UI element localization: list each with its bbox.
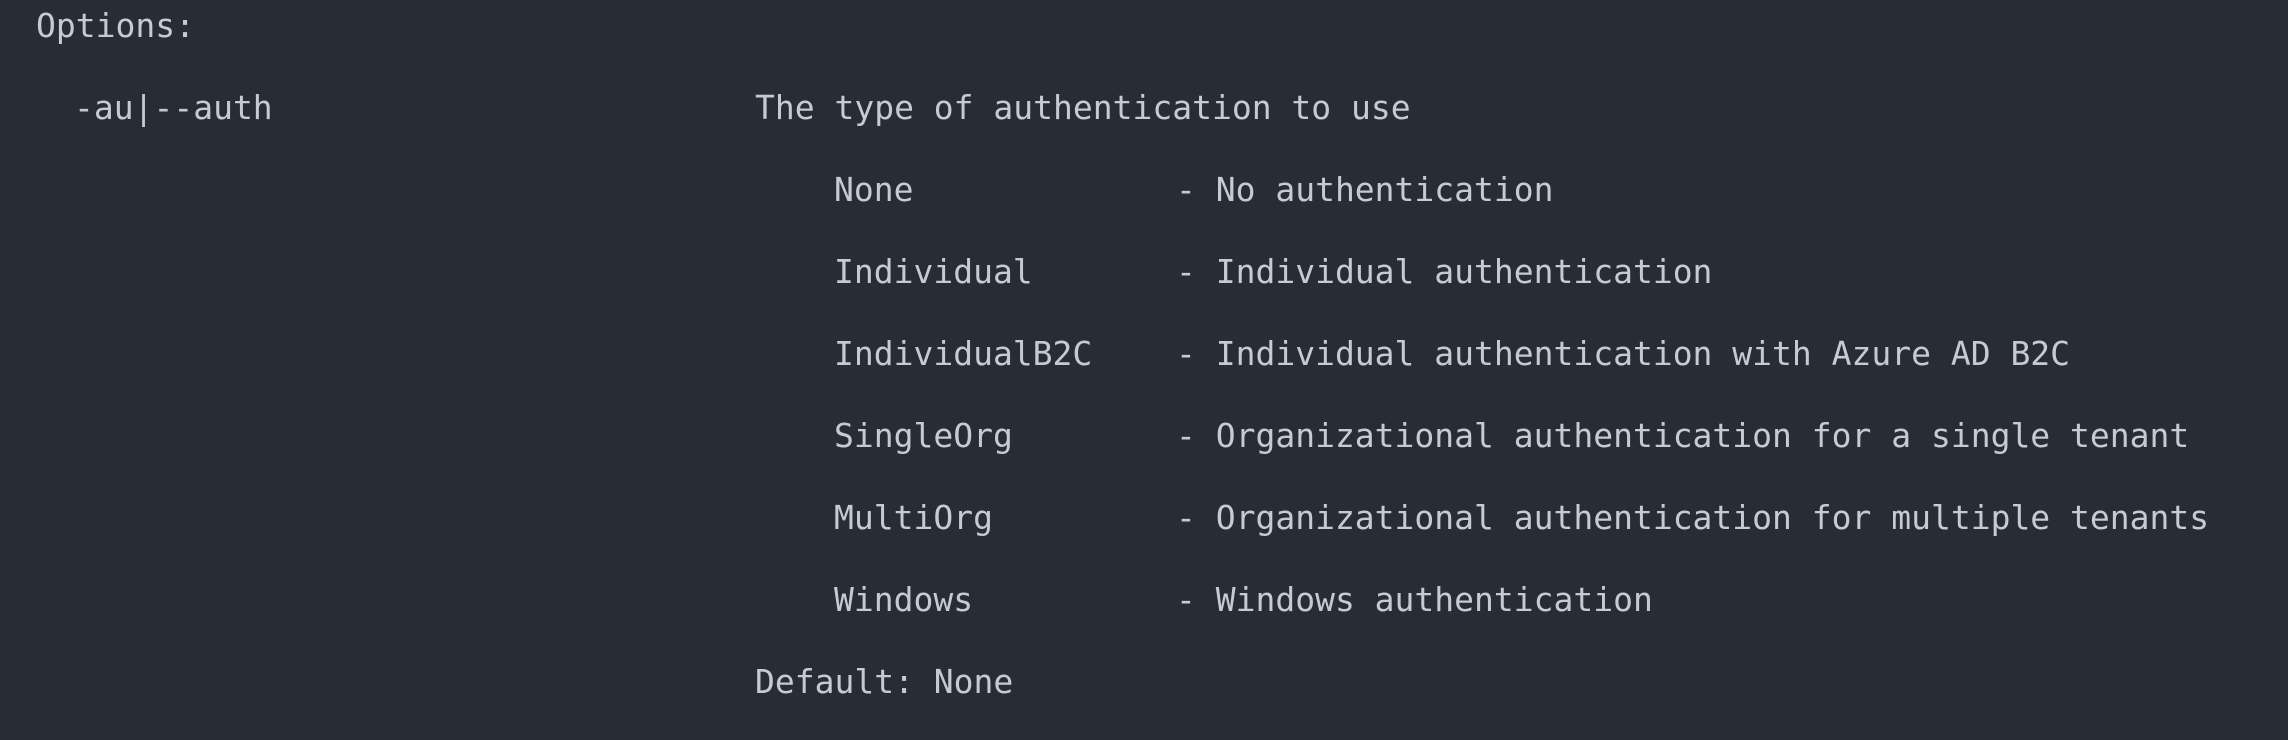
auth-value-name-individualb2c: IndividualB2C	[834, 334, 1093, 373]
auth-value-description-individualb2c: - Individual authentication with Azure A…	[1176, 334, 2071, 373]
auth-value-description-individual: - Individual authentication	[1176, 252, 1713, 291]
auth-value-name-individual: Individual	[834, 252, 1033, 291]
options-heading: Options:	[36, 6, 195, 45]
terminal-output: Options: -au|--auth The type of authenti…	[0, 0, 2288, 740]
auth-option-description: The type of authentication to use	[755, 88, 1411, 127]
auth-value-name-windows: Windows	[834, 580, 974, 619]
auth-value-name-singleorg: SingleOrg	[834, 416, 1013, 455]
auth-value-description-multiorg: - Organizational authentication for mult…	[1176, 498, 2210, 537]
auth-value-description-singleorg: - Organizational authentication for a si…	[1176, 416, 2190, 455]
auth-value-description-windows: - Windows authentication	[1176, 580, 1653, 619]
auth-value-name-none: None	[834, 170, 914, 209]
auth-default-value: Default: None	[755, 662, 1014, 701]
auth-value-name-multiorg: MultiOrg	[834, 498, 993, 537]
auth-value-description-none: - No authentication	[1176, 170, 1554, 209]
auth-option-flag: -au|--auth	[74, 88, 273, 127]
